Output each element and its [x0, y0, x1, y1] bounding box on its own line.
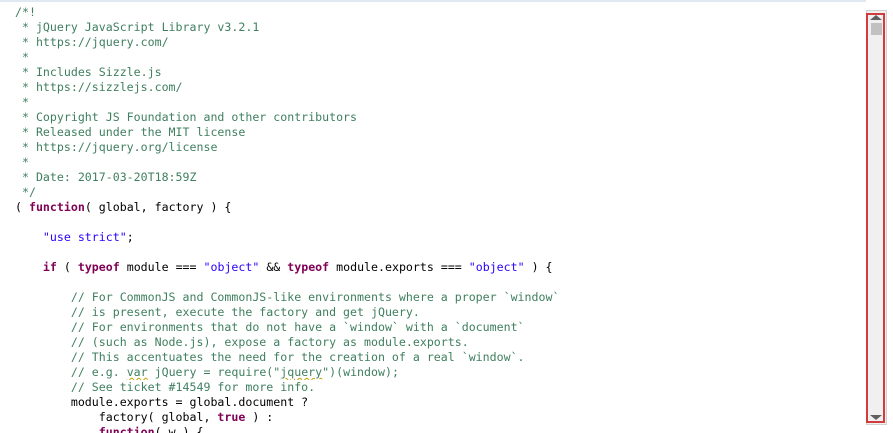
code-token: true	[217, 410, 246, 424]
code-token: // (such as Node.js), expose a factory a…	[15, 335, 469, 349]
code-token: * https://sizzlejs.com/	[15, 80, 183, 94]
code-token: ;	[126, 230, 134, 244]
code-token: *	[15, 155, 29, 169]
code-token: if	[42, 260, 57, 274]
code-line[interactable]: // See ticket #14549 for more info.	[15, 380, 863, 395]
code-token: typeof	[287, 260, 330, 274]
code-line[interactable]: // This accentuates the need for the cre…	[15, 350, 863, 365]
code-token: function	[28, 200, 85, 214]
code-token: "object"	[203, 260, 260, 274]
code-token: ( w ) {	[154, 425, 204, 433]
code-line[interactable]: // For CommonJS and CommonJS-like enviro…	[15, 290, 863, 305]
code-line[interactable]: // e.g. var jQuery = require("jquery")(w…	[15, 365, 863, 380]
code-editor[interactable]: /*! * jQuery JavaScript Library v3.2.1 *…	[0, 0, 893, 433]
vertical-scrollbar[interactable]	[866, 10, 887, 425]
code-text-area[interactable]: /*! * jQuery JavaScript Library v3.2.1 *…	[15, 5, 863, 433]
code-line[interactable]: * Copyright JS Foundation and other cont…	[15, 110, 863, 125]
code-token: *	[15, 95, 29, 109]
code-token: module ===	[119, 260, 204, 274]
code-token: factory( global,	[15, 410, 218, 424]
code-line[interactable]: "use strict";	[15, 230, 863, 245]
code-token: ) {	[524, 260, 553, 274]
code-line[interactable]: // is present, execute the factory and g…	[15, 305, 863, 320]
code-line[interactable]: */	[15, 185, 863, 200]
code-line[interactable]: * Date: 2017-03-20T18:59Z	[15, 170, 863, 185]
code-token: * Date: 2017-03-20T18:59Z	[15, 170, 197, 184]
code-token: // For CommonJS and CommonJS-like enviro…	[15, 290, 560, 304]
code-token: ) :	[245, 410, 274, 424]
code-token: /*!	[15, 5, 36, 19]
code-token: module.exports ===	[329, 260, 469, 274]
code-token: * https://jquery.com/	[15, 35, 169, 49]
code-token: * https://jquery.org/license	[15, 140, 218, 154]
code-token: typeof	[77, 260, 120, 274]
code-token: // For environments that do not have a `…	[15, 320, 525, 334]
code-line[interactable]: * jQuery JavaScript Library v3.2.1	[15, 20, 863, 35]
code-line[interactable]: function( w ) {	[15, 425, 863, 433]
code-token: * Released under the MIT license	[15, 125, 246, 139]
code-line[interactable]	[15, 215, 863, 230]
code-line[interactable]: /*!	[15, 5, 863, 20]
code-line[interactable]: * https://jquery.org/license	[15, 140, 863, 155]
code-line[interactable]: *	[15, 155, 863, 170]
scrollbar-thumb[interactable]	[871, 23, 882, 35]
code-token: (	[56, 260, 78, 274]
code-line[interactable]	[15, 275, 863, 290]
code-token: (	[15, 200, 29, 214]
code-token: ( global, factory ) {	[84, 200, 232, 214]
code-token: // e.g.	[15, 365, 127, 379]
code-token: * Includes Sizzle.js	[15, 65, 162, 79]
code-token: function	[98, 425, 155, 433]
code-token: */	[15, 185, 36, 199]
code-line[interactable]: * https://sizzlejs.com/	[15, 80, 863, 95]
arrow-up-icon[interactable]	[870, 15, 882, 20]
code-line[interactable]: module.exports = global.document ?	[15, 395, 863, 410]
code-token: ")(window);	[322, 365, 399, 379]
arrow-down-icon[interactable]	[870, 415, 882, 420]
code-token: jquery	[280, 365, 323, 379]
code-line[interactable]: *	[15, 95, 863, 110]
code-line[interactable]: // For environments that do not have a `…	[15, 320, 863, 335]
code-token: var	[126, 365, 148, 379]
code-line[interactable]: * Released under the MIT license	[15, 125, 863, 140]
code-token: * jQuery JavaScript Library v3.2.1	[15, 20, 260, 34]
code-token: // This accentuates the need for the cre…	[15, 350, 525, 364]
code-token: "object"	[468, 260, 525, 274]
code-token: // is present, execute the factory and g…	[15, 305, 420, 319]
code-line[interactable]: ( function( global, factory ) {	[15, 200, 863, 215]
code-token: module.exports = global.document ?	[15, 395, 309, 409]
code-line[interactable]: factory( global, true ) :	[15, 410, 863, 425]
code-token: jQuery = require("	[147, 365, 281, 379]
code-line[interactable]: // (such as Node.js), expose a factory a…	[15, 335, 863, 350]
code-token: * Copyright JS Foundation and other cont…	[15, 110, 358, 124]
code-token: *	[15, 50, 29, 64]
code-line[interactable]: *	[15, 50, 863, 65]
code-token: // See ticket #14549 for more info.	[15, 380, 316, 394]
code-line[interactable]	[15, 245, 863, 260]
code-line[interactable]: * https://jquery.com/	[15, 35, 863, 50]
code-token: "use strict"	[42, 230, 127, 244]
code-line[interactable]: * Includes Sizzle.js	[15, 65, 863, 80]
code-token: &&	[259, 260, 288, 274]
code-line[interactable]: if ( typeof module === "object" && typeo…	[15, 260, 863, 275]
